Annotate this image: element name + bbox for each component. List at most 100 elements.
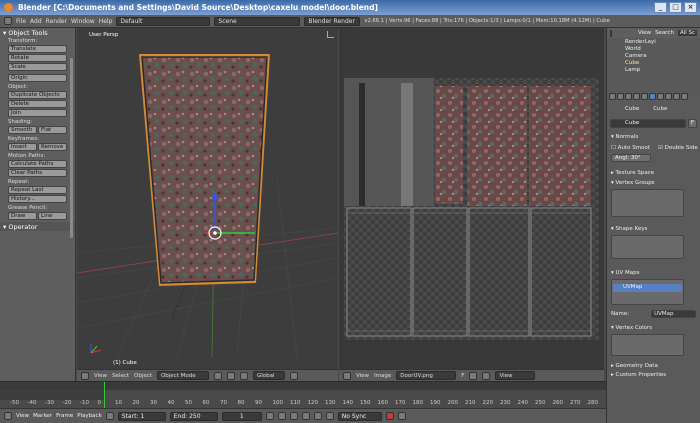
outliner-item-camera[interactable]: Camera xyxy=(607,52,700,59)
mesh-data-tab-icon[interactable] xyxy=(649,93,656,100)
play-reverse-icon[interactable] xyxy=(289,412,298,420)
outliner-display-select[interactable]: All Sc xyxy=(677,30,698,36)
insert-keyframe-button[interactable]: Insert xyxy=(8,143,37,151)
outliner-item-renderlayers[interactable]: RenderLayi xyxy=(607,38,700,45)
minimize-button[interactable]: _ xyxy=(654,2,667,13)
line-button[interactable]: Line xyxy=(38,212,67,220)
vertex-colors-panel[interactable]: ▾ Vertex Colors xyxy=(607,318,700,331)
uv-maps-panel[interactable]: ▾ UV Maps xyxy=(607,259,700,276)
current-frame-field[interactable]: 1 xyxy=(221,411,262,421)
join-button[interactable]: Join xyxy=(8,109,67,117)
sync-mode-select[interactable]: No Sync xyxy=(337,411,382,421)
delete-button[interactable]: Delete xyxy=(8,100,67,108)
outliner-item-lamp[interactable]: Lamp xyxy=(607,66,700,73)
render-tab-icon[interactable] xyxy=(609,93,616,100)
custom-properties-panel[interactable]: ▸ Custom Properties xyxy=(607,369,700,378)
calculate-paths-button[interactable]: Calculate Paths xyxy=(8,160,67,168)
remove-keyframe-button[interactable]: Remove xyxy=(38,143,67,151)
start-frame-field[interactable]: Start: 1 xyxy=(117,411,166,421)
jump-end-icon[interactable] xyxy=(325,412,334,420)
layers-icon[interactable] xyxy=(289,371,298,380)
image-open-icon[interactable] xyxy=(482,371,491,380)
history-button[interactable]: History... xyxy=(8,195,67,203)
scene-tab-icon[interactable] xyxy=(617,93,624,100)
uv-view-menu[interactable]: View xyxy=(356,373,369,379)
jump-start-icon[interactable] xyxy=(265,412,274,420)
timeline[interactable]: -50 -40 -30 -20 -10 0 10 20 30 40 50 60 70 80 90 100 110… xyxy=(0,381,606,409)
texture-tab-icon[interactable] xyxy=(665,93,672,100)
texture-space-panel[interactable]: ▸ Texture Space xyxy=(607,162,700,176)
object-menu[interactable]: Object xyxy=(134,373,152,379)
geometry-data-panel[interactable]: ▸ Geometry Data xyxy=(607,356,700,369)
vertex-groups-panel[interactable]: ▾ Vertex Groups xyxy=(607,176,700,186)
uv-image-menu[interactable]: Image xyxy=(374,373,391,379)
menu-file[interactable]: File xyxy=(16,18,26,25)
next-key-icon[interactable] xyxy=(313,412,322,420)
end-frame-field[interactable]: End: 250 xyxy=(169,411,218,421)
origin-button[interactable]: Origin xyxy=(8,74,67,82)
uv-map-item[interactable]: UVMap xyxy=(613,284,682,292)
outliner-type-icon[interactable] xyxy=(610,29,612,37)
uv-maps-list[interactable]: UVMap xyxy=(611,279,684,305)
menu-render[interactable]: Render xyxy=(46,18,67,25)
render-engine-select[interactable]: Blender Render xyxy=(304,16,361,26)
timeline-frame-menu[interactable]: Frame xyxy=(56,413,73,419)
manipulator-icon[interactable] xyxy=(239,371,248,380)
timeline-view-menu[interactable]: View xyxy=(16,413,29,419)
menu-help[interactable]: Help xyxy=(99,18,113,25)
auto-smooth-checkbox[interactable]: ☐ Auto Smoot xyxy=(611,145,650,151)
prev-key-icon[interactable] xyxy=(277,412,286,420)
shading-icon[interactable] xyxy=(213,371,222,380)
rotate-button[interactable]: Rotate xyxy=(8,54,67,62)
outliner-item-world[interactable]: World xyxy=(607,45,700,52)
normals-panel-header[interactable]: ▾ Normals xyxy=(607,128,700,140)
draw-button[interactable]: Draw xyxy=(8,212,37,220)
object-tab-icon[interactable] xyxy=(633,93,640,100)
menu-add[interactable]: Add xyxy=(30,18,42,25)
menu-window[interactable]: Window xyxy=(71,18,95,25)
tool-shelf-scrollbar[interactable] xyxy=(70,58,73,238)
editor-type-icon[interactable] xyxy=(81,371,89,380)
area-split-corner-icon[interactable] xyxy=(327,31,334,38)
smooth-button[interactable]: Smooth xyxy=(8,126,37,134)
translate-button[interactable]: Translate xyxy=(8,45,67,53)
shape-keys-panel[interactable]: ▾ Shape Keys xyxy=(607,217,700,232)
auto-keyframe-icon[interactable] xyxy=(385,412,394,420)
info-editor-icon[interactable] xyxy=(4,17,12,25)
particles-tab-icon[interactable] xyxy=(673,93,680,100)
image-new-icon[interactable] xyxy=(469,371,478,380)
vertex-groups-list[interactable] xyxy=(611,189,684,217)
repeat-last-button[interactable]: Repeat Last xyxy=(8,186,67,194)
angle-field[interactable]: Angl: 30° xyxy=(611,154,651,162)
current-frame-marker[interactable] xyxy=(104,382,105,409)
fake-user-button[interactable]: F xyxy=(688,119,697,128)
screen-layout-select[interactable]: Default xyxy=(116,16,211,26)
maximize-button[interactable]: □ xyxy=(669,2,682,13)
uv-name-field[interactable]: UVMap xyxy=(651,310,696,318)
outliner-search-menu[interactable]: Search xyxy=(655,30,674,36)
physics-tab-icon[interactable] xyxy=(681,93,688,100)
orientation-select[interactable]: Global xyxy=(252,371,285,380)
timeline-type-icon[interactable] xyxy=(4,412,12,420)
play-icon[interactable] xyxy=(301,412,310,420)
modifiers-tab-icon[interactable] xyxy=(641,93,648,100)
uv-editor-type-icon[interactable] xyxy=(343,371,351,380)
flat-button[interactable]: Flat xyxy=(38,126,67,134)
mesh-name-field[interactable]: Cube xyxy=(610,119,686,128)
operator-panel-header[interactable]: ▾ Operator xyxy=(0,222,75,231)
shape-keys-list[interactable] xyxy=(611,235,684,259)
timeline-marker-menu[interactable]: Marker xyxy=(33,413,52,419)
timeline-playback-menu[interactable]: Playback xyxy=(77,413,102,419)
double-sided-checkbox[interactable]: ☑ Double Side xyxy=(658,145,698,151)
scene-select[interactable]: Scene xyxy=(214,16,301,26)
clear-paths-button[interactable]: Clear Paths xyxy=(8,169,67,177)
vertex-colors-list[interactable] xyxy=(611,334,684,356)
view-menu[interactable]: View xyxy=(94,373,107,379)
3d-viewport[interactable]: User Persp (1) Cube xyxy=(77,28,338,369)
material-tab-icon[interactable] xyxy=(657,93,664,100)
scale-button[interactable]: Scale xyxy=(8,63,67,71)
uv-view-select[interactable]: View xyxy=(495,371,536,380)
image-fake-user-button[interactable]: F xyxy=(461,373,464,379)
outliner-view-menu[interactable]: View xyxy=(638,30,651,36)
tool-shelf-header[interactable]: ▾ Object Tools xyxy=(0,28,75,37)
